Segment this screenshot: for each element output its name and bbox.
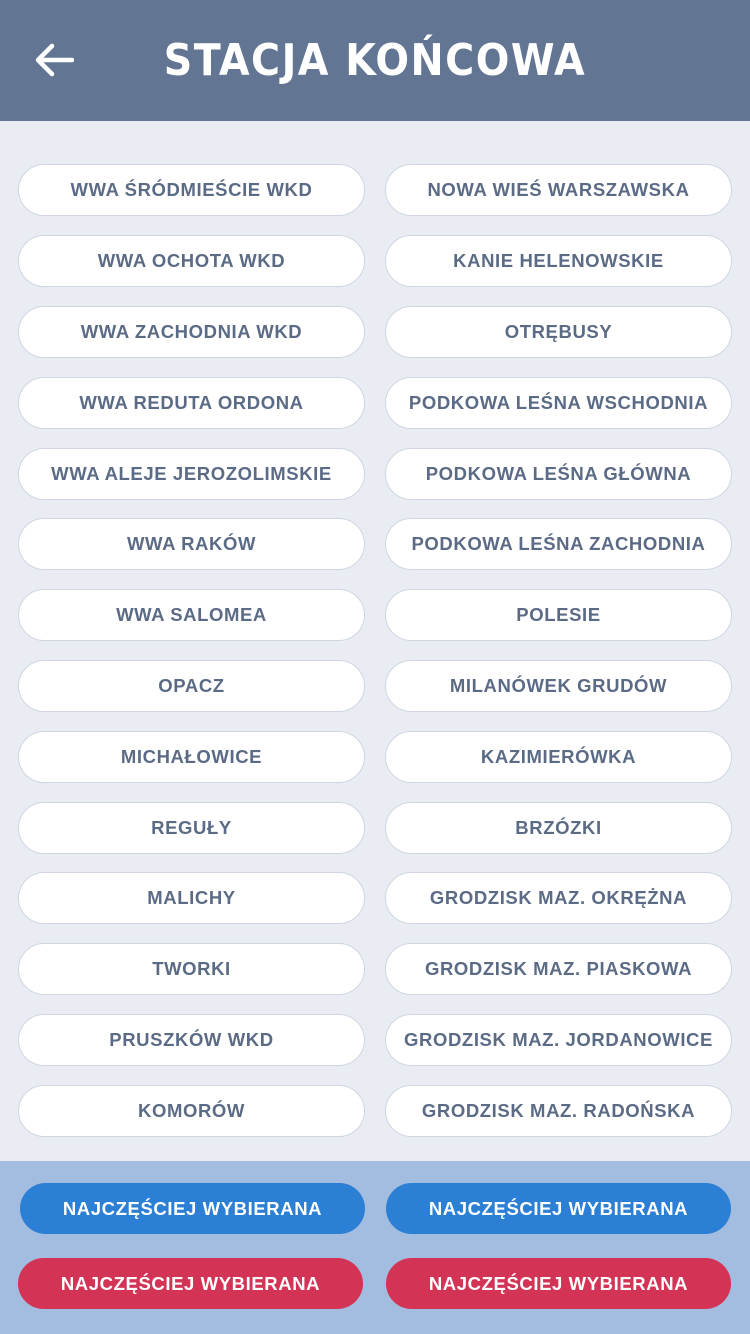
arrow-left-icon <box>34 43 75 82</box>
favorite-button-blue-right[interactable]: NAJCZĘŚCIEJ WYBIERANA <box>386 1183 731 1234</box>
station-button[interactable]: WWA ZACHODNIA WKD <box>18 306 365 358</box>
station-button[interactable]: MALICHY <box>18 872 365 924</box>
station-list: WWA ŚRÓDMIEŚCIE WKD WWA OCHOTA WKD WWA Z… <box>0 121 750 1161</box>
station-button[interactable]: GRODZISK MAZ. OKRĘŻNA <box>385 872 732 924</box>
station-button[interactable]: BRZÓZKI <box>385 802 732 854</box>
station-button[interactable]: WWA SALOMEA <box>18 589 365 641</box>
station-button[interactable]: WWA ŚRÓDMIEŚCIE WKD <box>18 164 365 216</box>
station-button[interactable]: WWA RAKÓW <box>18 518 365 570</box>
station-button[interactable]: MILANÓWEK GRUDÓW <box>385 660 732 712</box>
station-button[interactable]: PRUSZKÓW WKD <box>18 1014 365 1066</box>
station-button[interactable]: NOWA WIEŚ WARSZAWSKA <box>385 164 732 216</box>
app-header: STACJA KOŃCOWA <box>0 0 750 121</box>
back-button[interactable] <box>30 38 78 86</box>
station-button[interactable]: KANIE HELENOWSKIE <box>385 235 732 287</box>
station-button[interactable]: OPACZ <box>18 660 365 712</box>
station-button[interactable]: WWA REDUTA ORDONA <box>18 377 365 429</box>
station-button[interactable]: TWORKI <box>18 943 365 995</box>
page-title: STACJA KOŃCOWA <box>163 35 587 86</box>
station-button[interactable]: GRODZISK MAZ. PIASKOWA <box>385 943 732 995</box>
favorite-button-red-right[interactable]: NAJCZĘŚCIEJ WYBIERANA <box>386 1258 731 1309</box>
station-button[interactable]: OTRĘBUSY <box>385 306 732 358</box>
station-button[interactable]: WWA ALEJE JEROZOLIMSKIE <box>18 448 365 500</box>
favorite-button-blue-left[interactable]: NAJCZĘŚCIEJ WYBIERANA <box>20 1183 365 1234</box>
station-button[interactable]: REGUŁY <box>18 802 365 854</box>
station-button[interactable]: GRODZISK MAZ. JORDANOWICE <box>385 1014 732 1066</box>
station-button[interactable]: PODKOWA LEŚNA ZACHODNIA <box>385 518 732 570</box>
station-button[interactable]: MICHAŁOWICE <box>18 731 365 783</box>
station-button[interactable]: KAZIMIERÓWKA <box>385 731 732 783</box>
station-button[interactable]: PODKOWA LEŚNA WSCHODNIA <box>385 377 732 429</box>
station-button[interactable]: PODKOWA LEŚNA GŁÓWNA <box>385 448 732 500</box>
station-button[interactable]: POLESIE <box>385 589 732 641</box>
favorites-footer: NAJCZĘŚCIEJ WYBIERANA NAJCZĘŚCIEJ WYBIER… <box>0 1161 750 1334</box>
station-button[interactable]: KOMORÓW <box>18 1085 365 1137</box>
station-button[interactable]: WWA OCHOTA WKD <box>18 235 365 287</box>
station-button[interactable]: GRODZISK MAZ. RADOŃSKA <box>385 1085 732 1137</box>
favorite-button-red-left[interactable]: NAJCZĘŚCIEJ WYBIERANA <box>18 1258 363 1309</box>
